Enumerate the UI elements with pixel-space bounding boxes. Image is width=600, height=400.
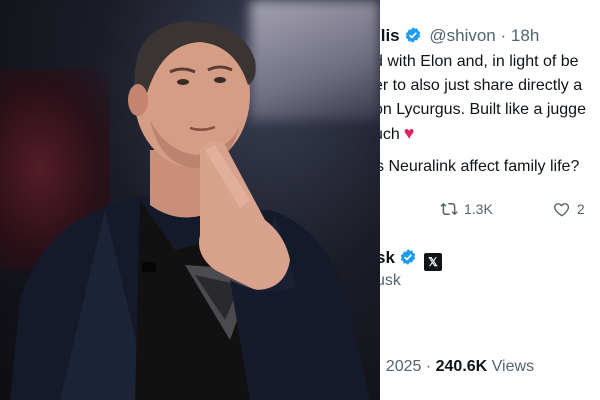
reply-tweet-header: sk 𝕏 xyxy=(380,248,442,271)
tweet-text-fragment: uch xyxy=(380,126,400,143)
separator-dot: · xyxy=(500,26,507,45)
tweet-actions: 1.3K 2 xyxy=(440,200,600,218)
like-button[interactable]: 2 xyxy=(553,200,585,218)
tweet-date[interactable]: 3, 2025 xyxy=(380,358,421,375)
x-affiliate-badge-icon: 𝕏 xyxy=(423,253,442,271)
tweet-timestamp[interactable]: 18h xyxy=(511,26,539,45)
heart-emoji-icon: ♥ xyxy=(403,123,415,143)
like-count: 2 xyxy=(576,201,585,217)
tweet-panel: ilis @shivon · 18h d with Elon and, in l… xyxy=(380,0,600,400)
retweet-icon xyxy=(440,202,458,216)
tweet-header: ilis @shivon · 18h xyxy=(380,26,539,46)
tweet-text-line: er to also just share directly a xyxy=(380,77,583,94)
reply-author-handle[interactable]: usk xyxy=(380,272,401,290)
retweet-count: 1.3K xyxy=(464,201,493,217)
quoted-text[interactable]: s Neuralink affect family life? xyxy=(380,158,579,176)
tweet-text-line-last: uch♥ xyxy=(380,121,414,147)
reply-author-name[interactable]: sk xyxy=(380,248,395,267)
author-handle[interactable]: @shivon xyxy=(429,26,495,45)
separator-dot: · xyxy=(425,358,432,375)
verified-badge-icon xyxy=(405,27,420,43)
views-count: 240.6K xyxy=(435,358,488,375)
tweet-meta: 3, 2025 · 240.6K Views xyxy=(380,358,534,376)
tweet-text-line: d with Elon and, in light of be xyxy=(380,53,579,70)
verified-badge-icon xyxy=(400,249,416,265)
photo-panel xyxy=(0,0,380,400)
views-label: Views xyxy=(491,358,535,375)
retweet-button[interactable]: 1.3K xyxy=(440,200,493,218)
tweet-text-line: on Lycurgus. Built like a jugge xyxy=(380,101,586,118)
man-thinking-photo xyxy=(10,21,370,400)
heart-icon xyxy=(553,203,569,217)
author-name[interactable]: ilis xyxy=(380,26,400,45)
